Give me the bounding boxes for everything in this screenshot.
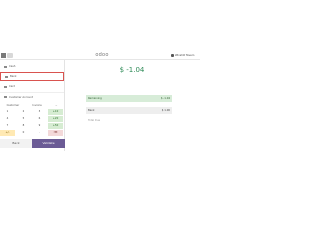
payment-lines: Remaining $ -1.04 Bank $ 1.00 Total Due xyxy=(86,95,172,129)
payment-method-card[interactable]: Card xyxy=(0,82,64,91)
payment-method-customer-account[interactable]: Customer Account xyxy=(0,92,64,101)
payment-line-label: Total Due xyxy=(88,119,101,122)
numpad-key-plus50[interactable]: +50 xyxy=(48,123,63,129)
payment-method-label: Cash xyxy=(9,65,16,68)
bank-icon xyxy=(5,75,8,78)
numpad: 1 2 3 +10 4 5 6 +20 7 8 9 +50 +/- 0 . ⌫ xyxy=(0,109,64,139)
store-switcher[interactable]: Winshill Tavern xyxy=(171,53,198,58)
numpad-key-plus10[interactable]: +10 xyxy=(48,109,63,115)
payment-method-label: Bank xyxy=(10,75,17,78)
payment-method-bank[interactable]: Bank xyxy=(0,72,64,81)
back-button[interactable]: Back xyxy=(0,139,32,148)
numpad-key-5[interactable]: 5 xyxy=(16,116,31,122)
invoice-button[interactable]: Invoice xyxy=(32,104,41,107)
back-arrow-icon[interactable] xyxy=(1,53,6,58)
payment-line: Total Due xyxy=(86,117,172,124)
numpad-key-2[interactable]: 2 xyxy=(16,109,31,115)
card-icon xyxy=(4,85,7,88)
numpad-key-4[interactable]: 4 xyxy=(0,116,15,122)
pos-payment-screen: odoo Winshill Tavern Cash Bank Card Cust… xyxy=(0,0,200,200)
numpad-key-6[interactable]: 6 xyxy=(32,116,47,122)
cash-icon xyxy=(4,65,7,68)
payment-line-amount: $ -1.04 xyxy=(160,97,170,100)
numpad-key-3[interactable]: 3 xyxy=(32,109,47,115)
menu-icon[interactable] xyxy=(7,53,13,58)
store-icon xyxy=(171,54,174,57)
payment-actions: Customer Invoice ... xyxy=(0,103,64,108)
payment-method-label: Card xyxy=(9,85,16,88)
numpad-key-7[interactable]: 7 xyxy=(0,123,15,129)
customer-icon xyxy=(4,96,7,98)
numpad-key-1[interactable]: 1 xyxy=(0,109,15,115)
validate-button[interactable]: Validate xyxy=(32,139,65,148)
numpad-key-8[interactable]: 8 xyxy=(16,123,31,129)
numpad-key-9[interactable]: 9 xyxy=(32,123,47,129)
numpad-key-backspace[interactable]: ⌫ xyxy=(48,130,63,136)
odoo-logo: odoo xyxy=(95,52,109,58)
payment-line-label: Bank xyxy=(88,109,95,112)
numpad-key-0[interactable]: 0 xyxy=(16,130,31,136)
more-button[interactable]: ... xyxy=(55,104,57,107)
numpad-key-decimal[interactable]: . xyxy=(32,130,47,136)
payment-method-label: Customer Account xyxy=(9,95,33,99)
store-label: Winshill Tavern xyxy=(175,54,195,57)
numpad-key-plus20[interactable]: +20 xyxy=(48,116,63,122)
payment-line-amount: $ 1.00 xyxy=(161,109,170,112)
payment-line[interactable]: Bank $ 1.00 xyxy=(86,107,172,114)
customer-button[interactable]: Customer xyxy=(7,104,20,107)
payment-line[interactable]: Remaining $ -1.04 xyxy=(86,95,172,102)
amount-due: $ -1.04 xyxy=(119,66,145,74)
payment-method-cash[interactable]: Cash xyxy=(0,62,64,71)
numpad-key-sign[interactable]: +/- xyxy=(0,130,15,136)
payment-line-label: Remaining xyxy=(88,97,102,100)
